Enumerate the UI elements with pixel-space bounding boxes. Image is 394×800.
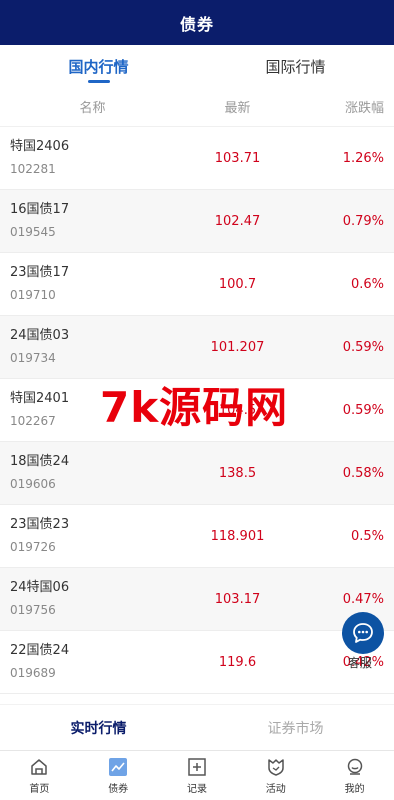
nav-mine[interactable]: 我的: [315, 751, 394, 800]
column-latest: 最新: [224, 101, 251, 116]
market-tabs: 国内行情 国际行情: [0, 45, 394, 87]
bond-code: 019756: [10, 603, 56, 617]
nav-bonds[interactable]: 债券: [79, 751, 158, 800]
bond-price: 119.6: [218, 654, 257, 670]
chart-icon: [108, 757, 128, 777]
bond-code: 102281: [10, 162, 56, 176]
list-item[interactable]: 24特国06 019756 103.17 0.47%: [0, 568, 394, 631]
bond-price: 118.901: [210, 528, 265, 544]
bond-change: 0.5%: [350, 528, 384, 544]
nav-home[interactable]: 首页: [0, 751, 79, 800]
bond-code: 019606: [10, 477, 56, 491]
bond-name: 16国债17: [10, 202, 70, 217]
bond-name: 特国2406: [10, 139, 70, 154]
plus-box-icon: [187, 757, 207, 777]
bond-code: 019734: [10, 351, 56, 365]
tab-securities-market[interactable]: 证券市场: [197, 705, 394, 750]
bond-price: 103.71: [214, 150, 261, 166]
nav-activity-label: 活动: [265, 783, 286, 795]
bond-name: 24国债03: [10, 328, 70, 343]
bond-change: 0.6%: [350, 276, 384, 292]
list-item[interactable]: 24国债03 019734 101.207 0.59%: [0, 316, 394, 379]
nav-bonds-label: 债券: [108, 783, 129, 795]
column-name: 名称: [79, 101, 106, 116]
customer-service-button[interactable]: [342, 612, 384, 654]
nav-records-label: 记录: [186, 783, 207, 795]
bond-code: 019545: [10, 225, 56, 239]
bond-code: 019726: [10, 540, 56, 554]
bond-change: 0.42%: [342, 654, 384, 670]
list-item[interactable]: 23国债17 019710 100.7 0.6%: [0, 253, 394, 316]
column-header: 名称 最新 涨跌幅: [0, 87, 394, 127]
list-item[interactable]: 16国债17 019545 102.47 0.79%: [0, 190, 394, 253]
bond-price: 102.47: [214, 213, 261, 229]
bond-change: 0.79%: [342, 213, 384, 229]
home-icon: [29, 757, 49, 777]
tab-international[interactable]: 国际行情: [197, 45, 394, 87]
user-icon: [345, 757, 365, 777]
bond-name: 23国债17: [10, 265, 70, 280]
list-item[interactable]: 18国债24 019606 138.5 0.58%: [0, 442, 394, 505]
bond-name: 24特国06: [10, 580, 70, 595]
bond-change: 0.59%: [342, 402, 384, 418]
bond-price: 101.207: [210, 339, 265, 355]
bond-name: 23国债23: [10, 517, 70, 532]
bond-code: 019710: [10, 288, 56, 302]
top-bar: 债券: [0, 0, 394, 45]
bottom-nav: 首页 债券 记录 活动 我的: [0, 750, 394, 800]
watermark: 7k源码网: [100, 383, 289, 432]
customer-service-label[interactable]: 客服: [348, 654, 372, 671]
list-item[interactable]: 特国2406 102281 103.71 1.26%: [0, 127, 394, 190]
sub-tabs: 实时行情 证券市场: [0, 704, 394, 750]
tab-domestic[interactable]: 国内行情: [0, 45, 197, 87]
nav-home-label: 首页: [29, 783, 50, 795]
bond-change: 0.47%: [342, 591, 384, 607]
tab-realtime-quotes[interactable]: 实时行情: [0, 705, 197, 750]
column-change[interactable]: 涨跌幅: [290, 97, 394, 116]
bond-change: 1.26%: [342, 150, 384, 166]
bond-name: 22国债24: [10, 643, 70, 658]
nav-mine-label: 我的: [344, 783, 365, 795]
nav-records[interactable]: 记录: [158, 751, 237, 800]
bond-price: 103.17: [214, 591, 261, 607]
bond-change: 0.58%: [342, 465, 384, 481]
page-title: 债券: [179, 14, 214, 34]
nav-activity[interactable]: 活动: [236, 751, 315, 800]
bond-name: 18国债24: [10, 454, 70, 469]
bond-price: 100.7: [218, 276, 257, 292]
list-item[interactable]: 22国债24 019689 119.6 0.42%: [0, 631, 394, 694]
bond-code: 019689: [10, 666, 56, 680]
list-item[interactable]: 23国债23 019726 118.901 0.5%: [0, 505, 394, 568]
chat-bubble-icon: [353, 623, 373, 643]
bond-price: 138.5: [218, 465, 257, 481]
bond-change: 0.59%: [342, 339, 384, 355]
badge-icon: [266, 757, 286, 777]
